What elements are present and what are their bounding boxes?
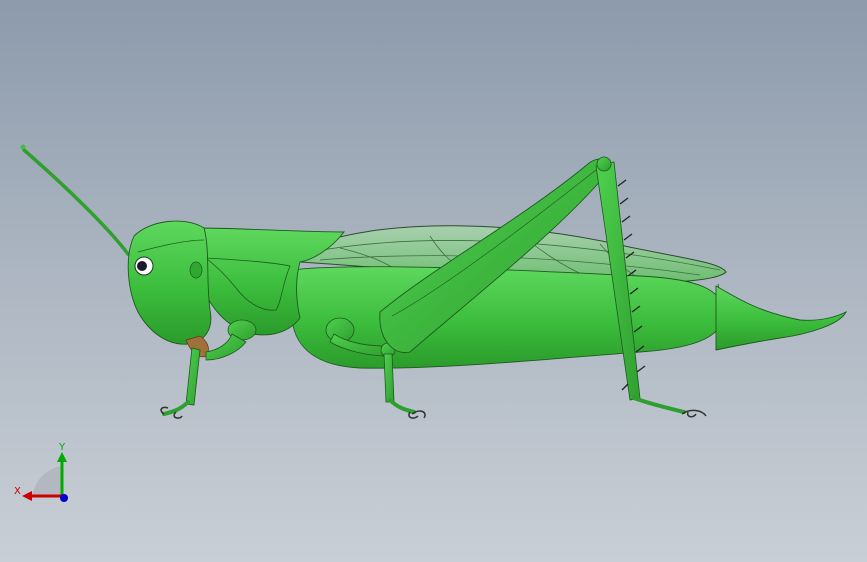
hind-knee bbox=[596, 156, 612, 172]
graphics-viewport[interactable]: X Y bbox=[0, 0, 867, 562]
triad-plane bbox=[32, 466, 62, 496]
triad-y-arrow bbox=[57, 452, 67, 462]
triad-y-label: Y bbox=[58, 442, 66, 453]
antenna bbox=[22, 148, 130, 256]
triad-x-label: X bbox=[14, 486, 21, 497]
abdomen bbox=[289, 266, 725, 369]
head bbox=[127, 220, 212, 345]
view-orientation-triad[interactable]: X Y bbox=[8, 438, 78, 508]
ovipositor bbox=[715, 285, 848, 351]
hind-tarsus bbox=[632, 396, 686, 414]
grasshopper-model[interactable] bbox=[0, 0, 867, 562]
cheek-node bbox=[189, 261, 203, 279]
triad-x-arrow bbox=[22, 491, 32, 501]
triad-z-axis bbox=[60, 494, 68, 502]
hind-claw bbox=[681, 409, 707, 418]
eye-pupil bbox=[137, 261, 147, 271]
antenna-tip bbox=[20, 144, 26, 150]
